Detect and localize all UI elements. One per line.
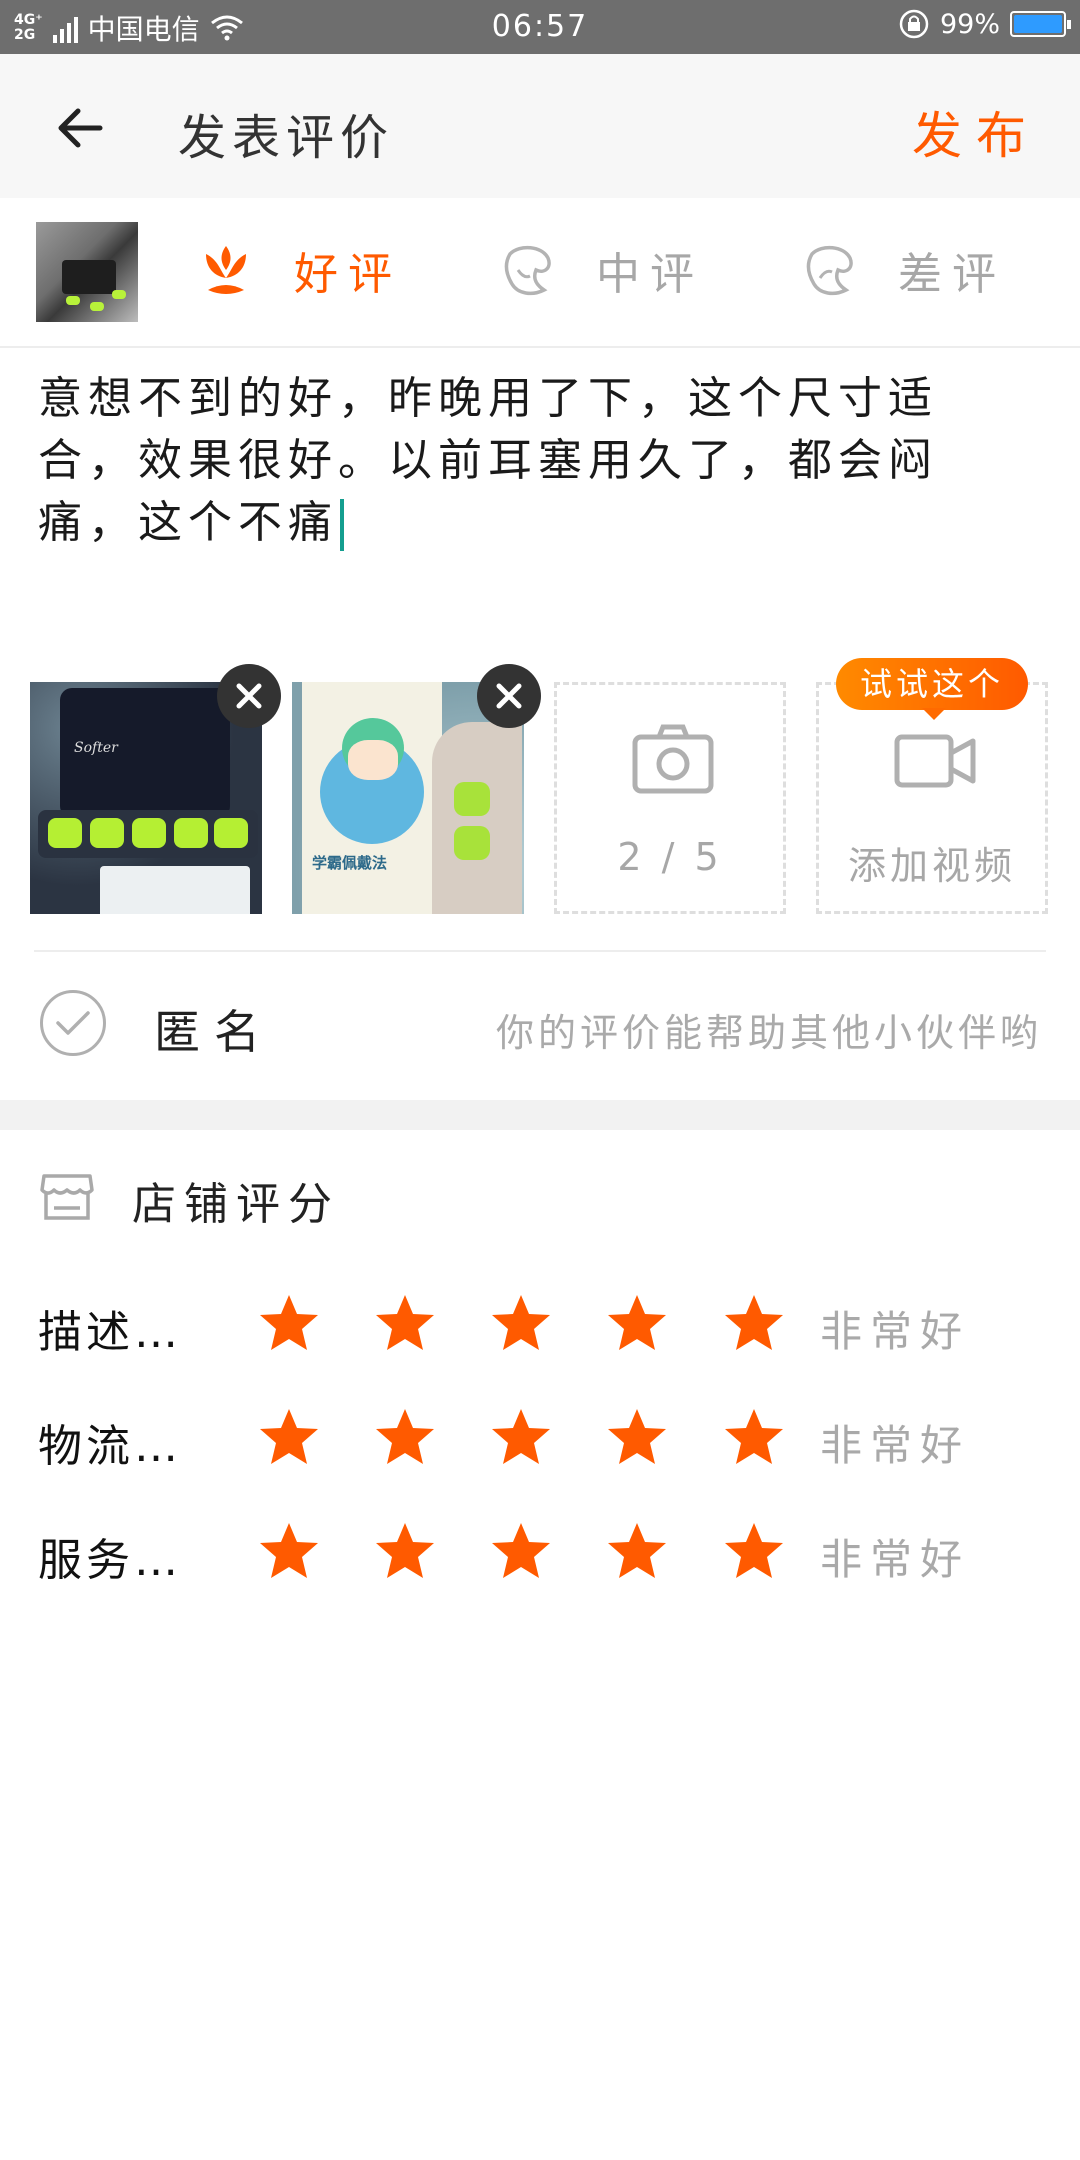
shop-rating-title: 店铺评分 xyxy=(132,1179,340,1230)
score-text: 非常好 xyxy=(820,1307,971,1356)
face-sad-icon xyxy=(806,245,853,296)
star-icon[interactable] xyxy=(258,1520,320,1582)
review-text: 意想不到的好，昨晚用了下，这个尺寸适合，效果很好。以前耳塞用久了，都会闷痛，这个… xyxy=(38,373,938,548)
page-title: 发表评价 xyxy=(178,110,395,166)
score-row-service: 服务… 非常好 xyxy=(0,1514,1080,1594)
star-icon[interactable] xyxy=(490,1520,552,1582)
photo1-brand: Softer xyxy=(74,740,118,756)
rating-good-label: 好评 xyxy=(294,249,402,300)
score-row-logistics: 物流… 非常好 xyxy=(0,1400,1080,1480)
photo-count: 2 / 5 xyxy=(617,835,723,879)
anonymous-hint: 你的评价能帮助其他小伙伴哟 xyxy=(495,1011,1042,1055)
try-this-tooltip[interactable]: 试试这个 xyxy=(836,658,1028,720)
rating-medium-option[interactable]: 中评 xyxy=(498,238,704,302)
shop-icon xyxy=(40,1174,94,1220)
remove-photo-1-button[interactable] xyxy=(217,664,281,728)
anonymous-checkbox[interactable] xyxy=(40,990,106,1056)
close-icon xyxy=(236,683,262,709)
camera-icon xyxy=(632,724,714,794)
star-icon[interactable] xyxy=(606,1406,668,1468)
star-icon[interactable] xyxy=(374,1292,436,1354)
arrow-left-icon[interactable] xyxy=(52,98,112,158)
score-label: 服务… xyxy=(38,1535,182,1586)
rating-medium-label: 中评 xyxy=(596,249,704,300)
publish-button[interactable]: 发布 xyxy=(912,96,1040,168)
star-icon[interactable] xyxy=(258,1292,320,1354)
rating-selector: 好评 中评 差评 xyxy=(0,198,1080,348)
battery-percent: 99% xyxy=(939,8,1000,40)
rating-bad-label: 差评 xyxy=(898,249,1006,300)
score-row-description: 描述… 非常好 xyxy=(0,1286,1080,1366)
rotation-lock-icon xyxy=(899,9,929,39)
star-icon[interactable] xyxy=(490,1406,552,1468)
divider xyxy=(34,950,1046,952)
section-gap xyxy=(0,1100,1080,1130)
flower-icon xyxy=(206,246,246,294)
star-icon[interactable] xyxy=(374,1520,436,1582)
check-icon xyxy=(56,1011,90,1035)
score-text: 非常好 xyxy=(820,1421,971,1470)
text-cursor xyxy=(340,499,344,551)
video-camera-icon xyxy=(894,734,976,788)
add-video-label: 添加视频 xyxy=(847,844,1016,888)
rating-good-option[interactable]: 好评 xyxy=(196,238,402,302)
star-icon[interactable] xyxy=(723,1520,785,1582)
star-icon[interactable] xyxy=(490,1292,552,1354)
star-icon[interactable] xyxy=(258,1406,320,1468)
star-icon[interactable] xyxy=(606,1520,668,1582)
battery-icon xyxy=(1010,11,1071,37)
star-icon[interactable] xyxy=(374,1406,436,1468)
face-neutral-icon xyxy=(504,245,551,296)
battery-level xyxy=(1014,15,1062,33)
score-label: 物流… xyxy=(38,1421,182,1472)
status-right: 99% xyxy=(898,8,1071,40)
star-icon[interactable] xyxy=(723,1292,785,1354)
app-header: 发表评价 发布 xyxy=(0,54,1080,198)
photo2-title: 学霸佩戴法 xyxy=(312,854,388,872)
score-label: 描述… xyxy=(38,1307,182,1358)
close-icon xyxy=(496,683,522,709)
product-thumbnail xyxy=(36,222,138,322)
anonymous-label[interactable]: 匿名 xyxy=(154,996,274,1062)
score-text: 非常好 xyxy=(820,1535,971,1584)
star-icon[interactable] xyxy=(723,1406,785,1468)
status-bar: 4G⁺ 2G 中国电信 06:57 99% xyxy=(0,0,1080,54)
review-textarea[interactable]: 意想不到的好，昨晚用了下，这个尺寸适合，效果很好。以前耳塞用久了，都会闷痛，这个… xyxy=(38,368,998,554)
rating-bad-option[interactable]: 差评 xyxy=(800,238,1006,302)
add-photo-button[interactable]: 2 / 5 xyxy=(554,682,786,914)
star-icon[interactable] xyxy=(606,1292,668,1354)
remove-photo-2-button[interactable] xyxy=(477,664,541,728)
